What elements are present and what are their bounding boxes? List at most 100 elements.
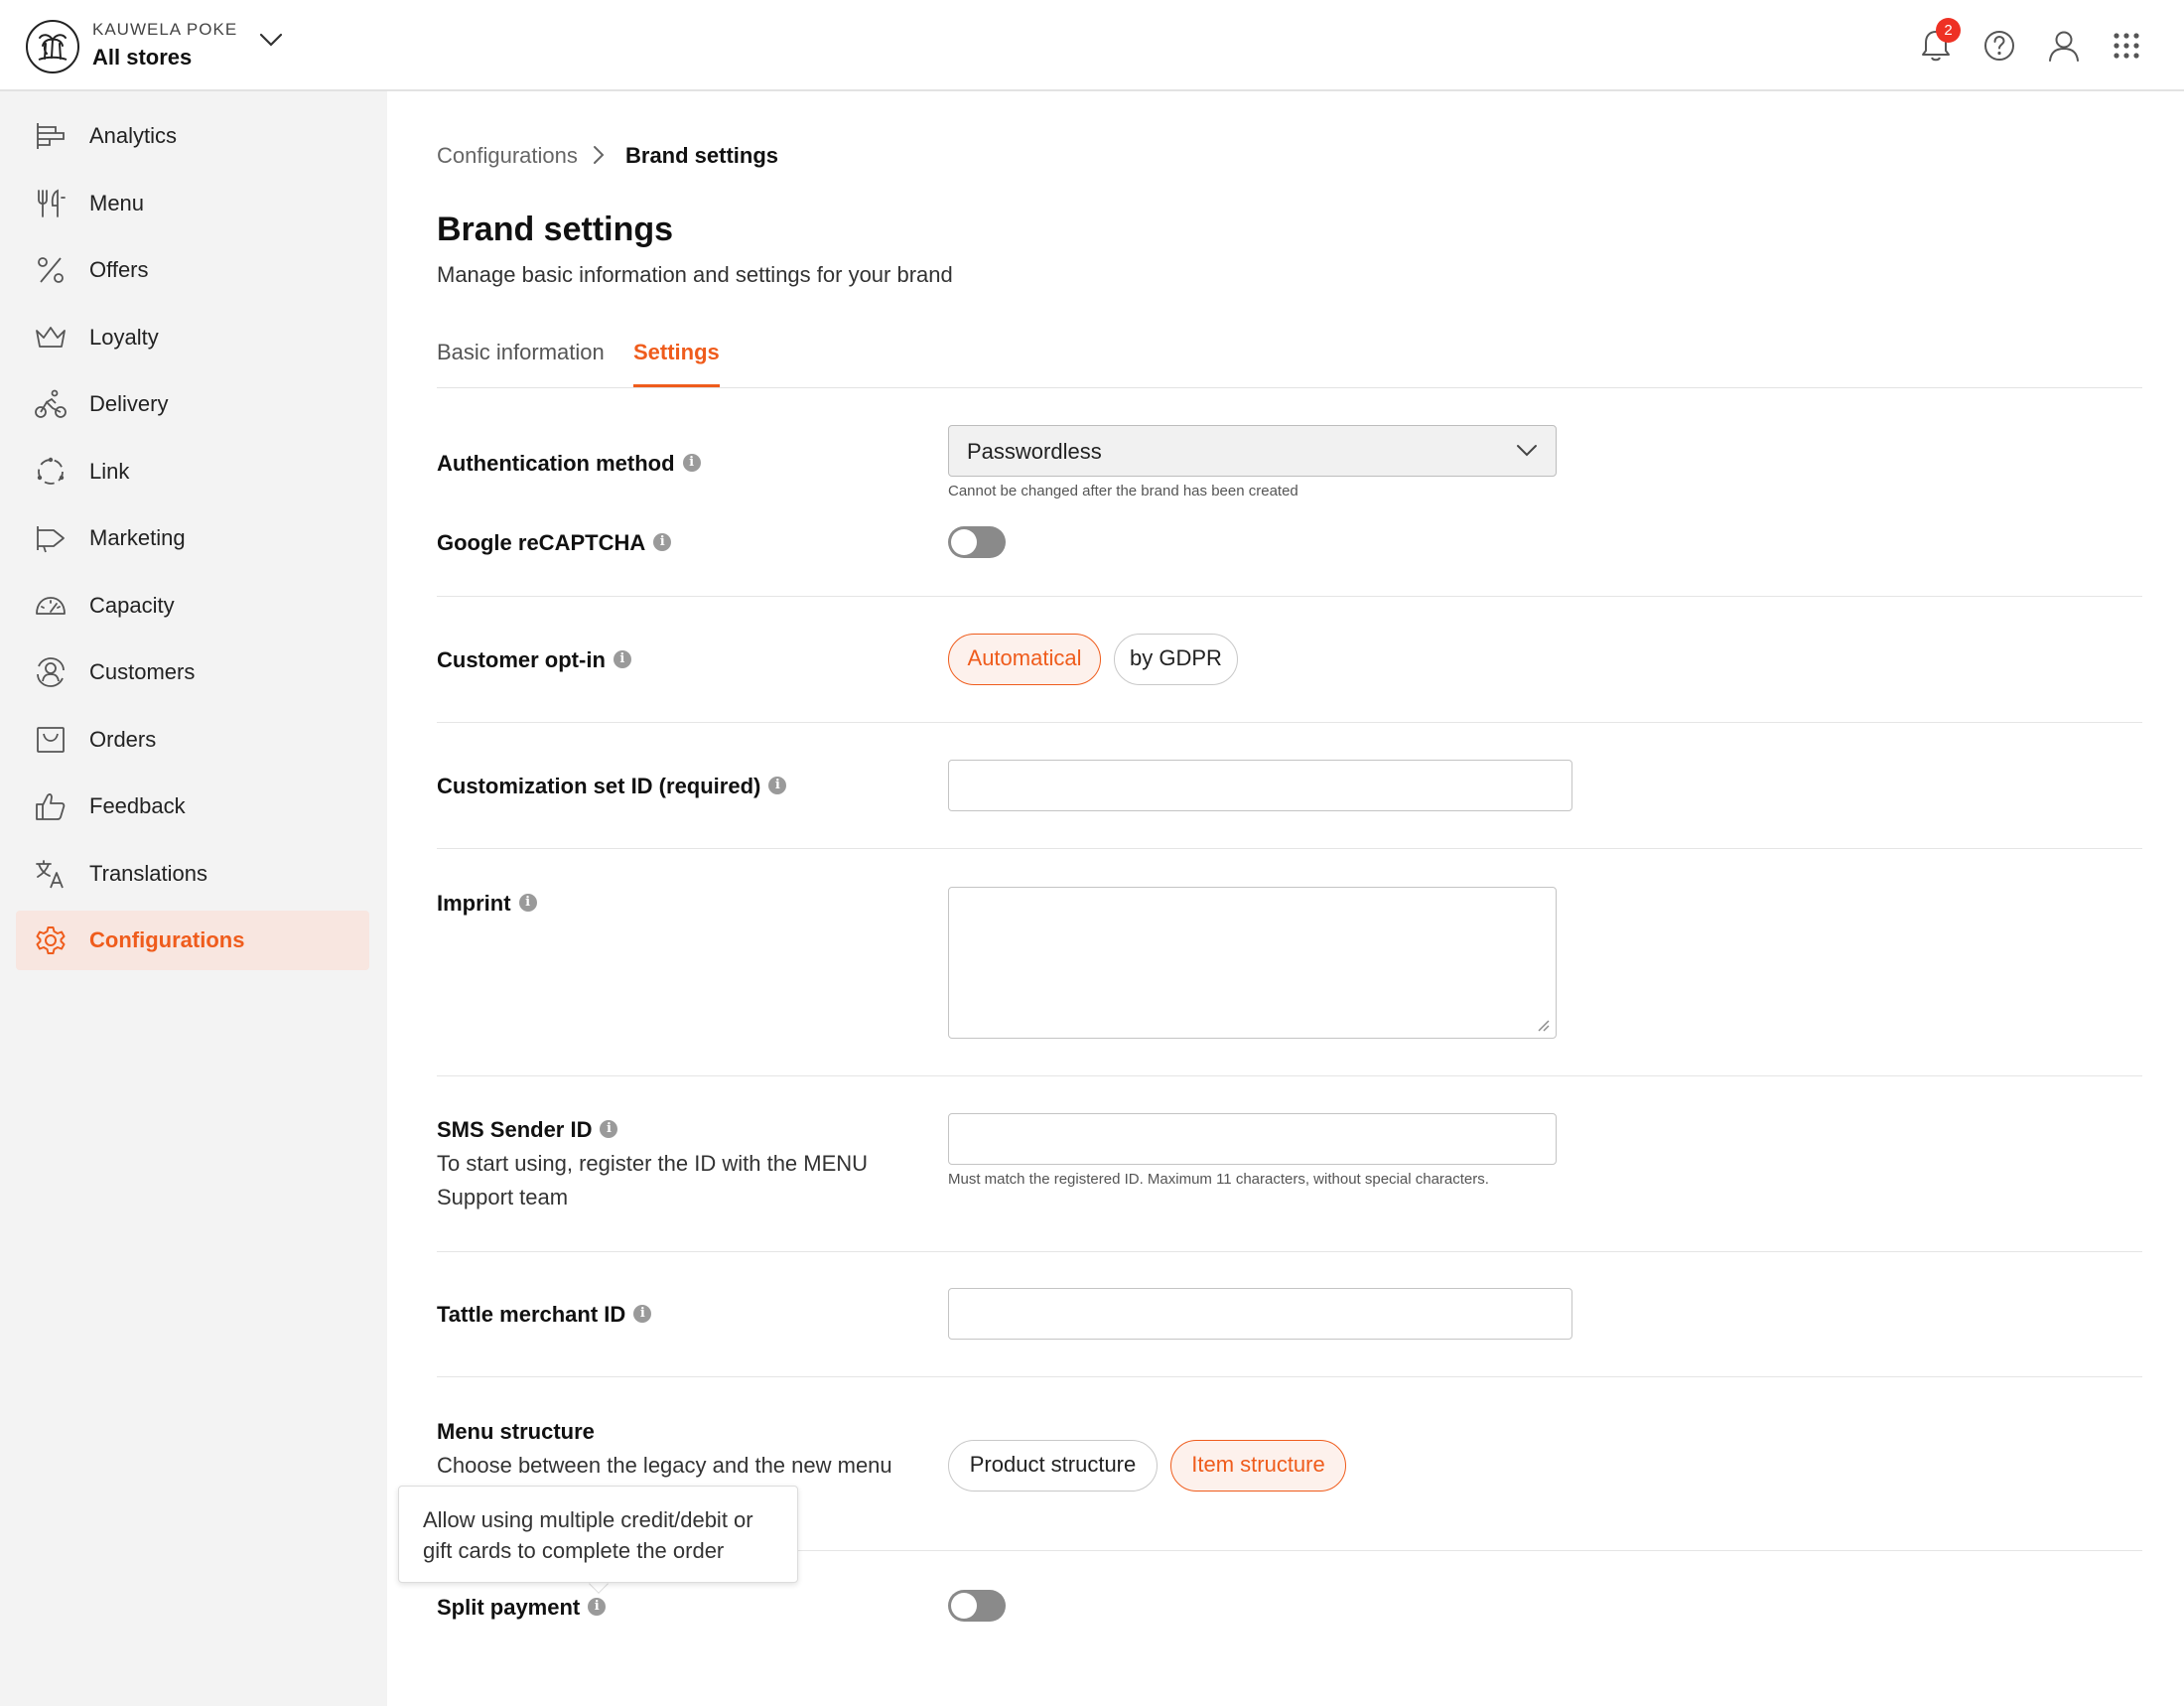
analytics-icon	[37, 123, 65, 149]
recaptcha-toggle[interactable]	[948, 526, 1006, 558]
sidebar-item-loyalty[interactable]: Loyalty	[16, 308, 369, 367]
split-payment-toggle[interactable]	[948, 1590, 1006, 1622]
sidebar-item-label: Feedback	[89, 793, 186, 818]
fork-knife-icon	[38, 189, 66, 217]
sidebar-item-offers[interactable]: Offers	[16, 240, 369, 300]
section-divider	[437, 1075, 2142, 1076]
menu-structure-description: Choose between the legacy and the new me…	[437, 1453, 892, 1478]
breadcrumb-parent[interactable]: Configurations	[437, 143, 578, 169]
opt-in-label-text: Customer opt-in	[437, 647, 606, 672]
user-icon[interactable]	[2044, 26, 2084, 66]
item-structure-button[interactable]: Item structure	[1170, 1440, 1346, 1492]
menu-structure-label: Menu structure	[437, 1419, 595, 1444]
sidebar-item-analytics[interactable]: Analytics	[16, 106, 369, 166]
tattle-label: Tattle merchant ID i	[437, 1302, 652, 1328]
sidebar-item-capacity[interactable]: Capacity	[16, 576, 369, 636]
sidebar-item-label: Configurations	[89, 927, 245, 952]
sms-sender-description: To start using, register the ID with the…	[437, 1151, 869, 1209]
apps-grid-icon[interactable]	[2107, 26, 2146, 66]
sidebar-item-marketing[interactable]: Marketing	[16, 508, 369, 568]
chevron-down-icon[interactable]	[258, 32, 284, 48]
sidebar-item-customers[interactable]: Customers	[16, 642, 369, 702]
brand-name: KAUWELA POKE	[92, 20, 238, 39]
imprint-label-text: Imprint	[437, 891, 511, 916]
sidebar-item-label: Offers	[89, 257, 149, 282]
sidebar-item-label: Link	[89, 459, 130, 484]
auth-method-label-text: Authentication method	[437, 451, 675, 476]
sidebar-item-label: Capacity	[89, 593, 175, 618]
sidebar-item-label: Marketing	[89, 525, 186, 550]
section-divider	[437, 848, 2142, 849]
sidebar-item-link[interactable]: Link	[16, 442, 369, 501]
info-icon[interactable]: i	[518, 894, 537, 913]
tab-basic-information[interactable]: Basic information	[437, 340, 605, 387]
toggle-knob	[951, 1593, 977, 1619]
gear-icon	[36, 926, 66, 954]
info-icon[interactable]: i	[653, 533, 672, 552]
thumbs-up-icon	[36, 793, 66, 820]
sidebar-item-label: Menu	[89, 191, 145, 215]
sidebar-item-configurations[interactable]: Configurations	[16, 911, 369, 970]
section-divider	[437, 596, 2142, 597]
info-icon[interactable]: i	[600, 1120, 618, 1139]
sms-sender-label: SMS Sender ID i	[437, 1117, 618, 1143]
auth-method-value: Passwordless	[967, 439, 1102, 464]
top-bar: KAUWELA POKE All stores 2	[0, 0, 2184, 91]
auth-method-select[interactable]: Passwordless	[948, 425, 1557, 477]
opt-in-automatical-button[interactable]: Automatical	[948, 634, 1101, 685]
imprint-textarea[interactable]	[948, 887, 1557, 1039]
translate-icon	[36, 860, 64, 889]
product-structure-button[interactable]: Product structure	[948, 1440, 1158, 1492]
page-subtitle: Manage basic information and settings fo…	[437, 262, 953, 287]
toggle-knob	[951, 529, 977, 555]
opt-in-label: Customer opt-in i	[437, 647, 631, 673]
sidebar-item-label: Customers	[89, 659, 196, 684]
breadcrumb-current: Brand settings	[625, 143, 779, 168]
info-icon[interactable]: i	[633, 1305, 652, 1324]
chevron-down-icon	[1517, 445, 1537, 457]
info-icon[interactable]: i	[768, 777, 787, 795]
customization-set-label: Customization set ID (required) i	[437, 774, 787, 799]
megaphone-icon	[37, 526, 65, 553]
tabs-divider	[437, 387, 2142, 388]
sidebar-item-label: Analytics	[89, 123, 178, 148]
help-icon[interactable]	[1979, 26, 2019, 66]
tab-active-indicator	[633, 384, 720, 387]
sidebar-item-orders[interactable]: Orders	[16, 710, 369, 770]
store-selector-label[interactable]: All stores	[92, 45, 192, 71]
sidebar-item-menu[interactable]: Menu	[16, 174, 369, 233]
tab-settings[interactable]: Settings	[633, 340, 720, 387]
customization-set-label-text: Customization set ID (required)	[437, 774, 761, 798]
resize-grip-icon[interactable]	[1536, 1018, 1550, 1032]
bike-icon	[35, 389, 67, 418]
sidebar: Analytics Menu Offers Loyalty Delivery L…	[0, 91, 387, 1706]
page-title: Brand settings	[437, 211, 674, 248]
customization-set-input[interactable]	[948, 760, 1572, 811]
brand-logo	[26, 20, 79, 73]
sms-sender-label-text: SMS Sender ID	[437, 1117, 593, 1142]
sms-sender-input[interactable]	[948, 1113, 1557, 1165]
info-icon[interactable]: i	[682, 454, 701, 473]
link-circle-icon	[37, 457, 65, 485]
sidebar-item-label: Loyalty	[89, 325, 159, 350]
split-payment-label: Split payment i	[437, 1595, 607, 1621]
sidebar-item-delivery[interactable]: Delivery	[16, 374, 369, 434]
info-icon[interactable]: i	[588, 1598, 607, 1617]
palm-tree-icon	[38, 34, 68, 61]
opt-in-gdpr-button[interactable]: by GDPR	[1114, 634, 1238, 685]
section-divider	[437, 1251, 2142, 1252]
recaptcha-label-text: Google reCAPTCHA	[437, 530, 646, 555]
auth-method-hint: Cannot be changed after the brand has be…	[948, 483, 1298, 499]
sms-sender-hint: Must match the registered ID. Maximum 11…	[948, 1171, 1489, 1188]
info-icon[interactable]: i	[613, 650, 631, 669]
tattle-input[interactable]	[948, 1288, 1572, 1340]
sidebar-item-feedback[interactable]: Feedback	[16, 777, 369, 836]
crown-icon	[36, 327, 66, 348]
section-divider	[437, 1376, 2142, 1377]
sidebar-item-translations[interactable]: Translations	[16, 844, 369, 904]
gauge-icon	[36, 597, 66, 615]
percent-icon	[38, 257, 64, 283]
recaptcha-label: Google reCAPTCHA i	[437, 530, 672, 556]
chevron-right-icon	[594, 146, 605, 164]
imprint-label: Imprint i	[437, 891, 537, 917]
